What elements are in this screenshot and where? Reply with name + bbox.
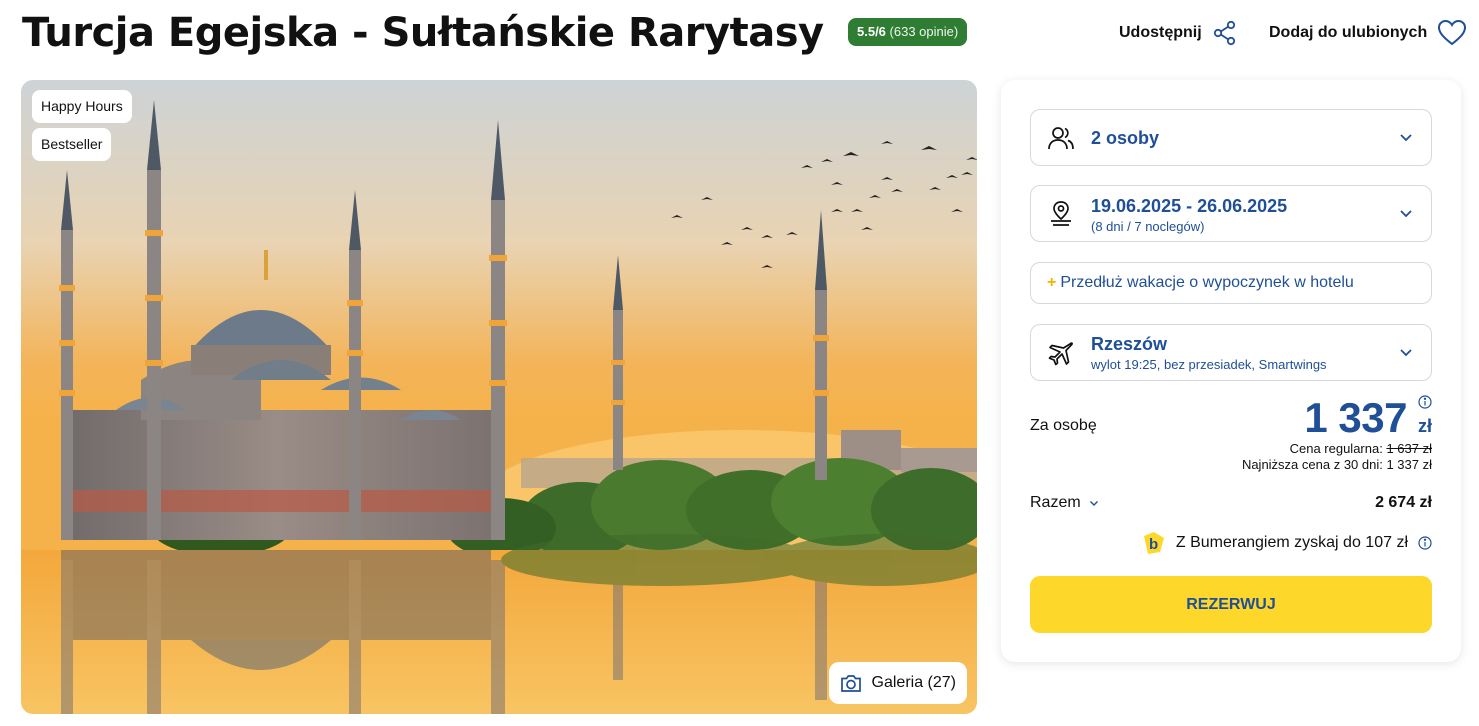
blue-mosque-photo (21, 80, 977, 714)
total-price: 2 674 zł (1375, 494, 1432, 511)
heart-icon (1438, 19, 1467, 46)
people-icon (1048, 126, 1074, 149)
calendar-pin-icon (1051, 200, 1071, 226)
persons-value: 2 osoby (1091, 128, 1160, 148)
dates-value: 19.06.2025 - 26.06.2025 (1091, 196, 1288, 216)
share-label: Udostępnij (1119, 24, 1202, 41)
favorite-label: Dodaj do ulubionych (1269, 24, 1428, 41)
rating-score: 5.5/6 (857, 24, 886, 39)
price-currency: zł (1417, 416, 1432, 436)
bestseller-badge: Bestseller (32, 128, 112, 161)
gallery-label: Galeria (27) (871, 674, 956, 691)
hero-image[interactable]: Happy Hours Bestseller Galeria (27) (21, 80, 977, 714)
camera-icon (840, 675, 861, 692)
regular-price: Cena regularna: 1 637 zł (1290, 441, 1432, 456)
dates-duration: (8 dni / 7 noclegów) (1091, 219, 1205, 234)
extend-stay-label: Przedłuż wakacje o wypoczynek w hotelu (1060, 274, 1354, 291)
gallery-button[interactable]: Galeria (27) (828, 662, 967, 704)
regular-price-value: 1 637 zł (1386, 441, 1432, 456)
info-icon[interactable] (1418, 395, 1432, 409)
total-label: Razem (1030, 494, 1081, 511)
bumerang-promo: b Z Bumerangiem zyskaj do 107 zł (1140, 530, 1432, 556)
chevron-down-icon (1400, 209, 1412, 217)
departure-city: Rzeszów (1091, 334, 1168, 354)
price-per-person: 1 337 (1304, 394, 1407, 441)
rating-badge[interactable]: 5.5/6 (633 opinie) (848, 18, 968, 46)
total-toggle[interactable]: Razem (1030, 494, 1099, 512)
info-icon[interactable] (1418, 536, 1432, 550)
plus-icon: + (1047, 274, 1057, 291)
chevron-down-icon (1400, 348, 1412, 356)
bumerang-logo: b (1143, 532, 1164, 554)
dates-select[interactable]: 19.06.2025 - 26.06.2025 (8 dni / 7 nocle… (1030, 185, 1432, 242)
share-icon (1213, 20, 1235, 46)
flight-details: wylot 19:25, bez przesiadek, Smartwings (1091, 357, 1327, 372)
svg-text:b: b (1149, 536, 1158, 553)
favorite-button[interactable]: Dodaj do ulubionych (1269, 18, 1467, 48)
share-button[interactable]: Udostępnij (1119, 18, 1238, 48)
chevron-down-icon (1089, 500, 1098, 506)
page-title: Turcja Egejska - Sułtańskie Rarytasy (22, 10, 824, 56)
per-person-label: Za osobę (1030, 417, 1097, 434)
extend-stay-button[interactable]: + Przedłuż wakacje o wypoczynek w hotelu (1030, 262, 1432, 304)
rating-count: (633 opinie) (889, 24, 959, 39)
bumerang-text: Z Bumerangiem zyskaj do 107 zł (1175, 534, 1408, 551)
plane-icon (1048, 341, 1073, 365)
regular-price-label: Cena regularna: (1289, 441, 1383, 456)
book-button[interactable]: REZERWUJ (1030, 576, 1432, 633)
persons-select[interactable]: 2 osoby (1030, 109, 1432, 166)
departure-select[interactable]: Rzeszów wylot 19:25, bez przesiadek, Sma… (1030, 324, 1432, 381)
booking-panel: 2 osoby 19.06.2025 - 26.06.2025 (8 dni /… (1001, 80, 1461, 662)
lowest-price-30-days: Najniższa cena z 30 dni: 1 337 zł (1241, 457, 1432, 472)
chevron-down-icon (1400, 133, 1412, 141)
happy-hours-badge: Happy Hours (32, 90, 132, 123)
